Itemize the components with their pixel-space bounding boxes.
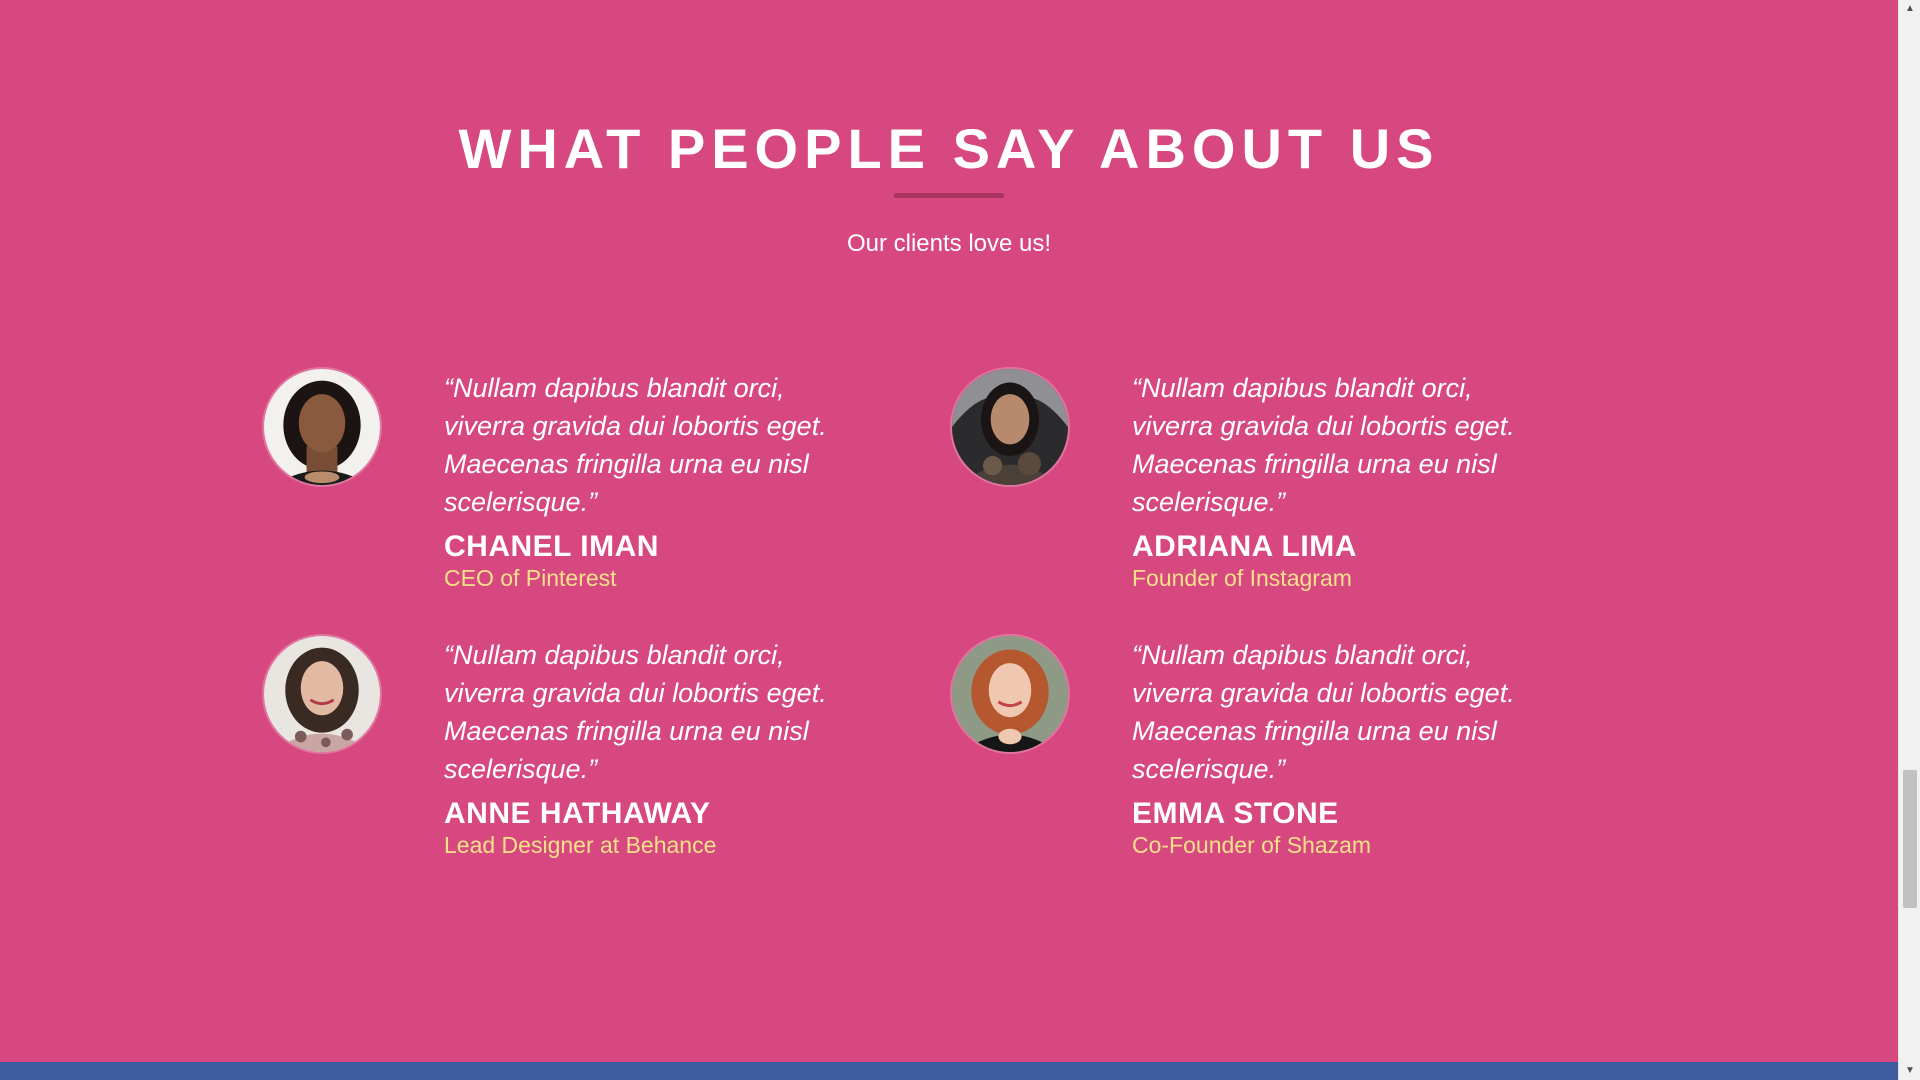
title-divider: [894, 193, 1004, 198]
client-role: Founder of Instagram: [1132, 565, 1352, 591]
testimonial-card: “Nullam dapibus blandit orci, viverra gr…: [950, 367, 1570, 607]
testimonial-quote: “Nullam dapibus blandit orci, viverra gr…: [444, 373, 827, 517]
section-title: WHAT PEOPLE SAY ABOUT US: [458, 117, 1440, 180]
client-role: CEO of Pinterest: [444, 565, 617, 591]
client-avatar: [950, 367, 1070, 487]
client-role: Lead Designer at Behance: [444, 832, 717, 858]
testimonial-quote: “Nullam dapibus blandit orci, viverra gr…: [1132, 640, 1515, 784]
client-avatar: [950, 634, 1070, 754]
client-name: CHANEL IMAN: [444, 530, 659, 563]
client-role: Co-Founder of Shazam: [1132, 832, 1372, 858]
client-name: ADRIANA LIMA: [1132, 530, 1357, 563]
testimonials-page: WHAT PEOPLE SAY ABOUT US Our clients lov…: [0, 0, 1920, 1080]
scroll-down-icon[interactable]: ▼: [1899, 1062, 1920, 1080]
section-subtitle: Our clients love us!: [846, 230, 1052, 257]
avatar-portrait-icon: [952, 369, 1068, 485]
testimonial-card: “Nullam dapibus blandit orci, viverra gr…: [262, 367, 882, 607]
avatar-portrait-icon: [952, 636, 1068, 752]
client-avatar: [262, 367, 382, 487]
testimonial-quote: “Nullam dapibus blandit orci, viverra gr…: [444, 640, 827, 784]
testimonial-card: “Nullam dapibus blandit orci, viverra gr…: [262, 634, 882, 874]
client-name: EMMA STONE: [1132, 797, 1339, 830]
avatar-portrait-icon: [264, 369, 380, 485]
avatar-portrait-icon: [264, 636, 380, 752]
next-section-band: [0, 1062, 1898, 1080]
vertical-scrollbar[interactable]: ▲ ▼: [1898, 0, 1920, 1080]
scroll-up-icon[interactable]: ▲: [1899, 0, 1920, 18]
client-name: ANNE HATHAWAY: [444, 797, 711, 830]
testimonial-card: “Nullam dapibus blandit orci, viverra gr…: [950, 634, 1570, 874]
testimonial-quote: “Nullam dapibus blandit orci, viverra gr…: [1132, 373, 1515, 517]
client-avatar: [262, 634, 382, 754]
scrollbar-thumb[interactable]: [1903, 770, 1917, 908]
